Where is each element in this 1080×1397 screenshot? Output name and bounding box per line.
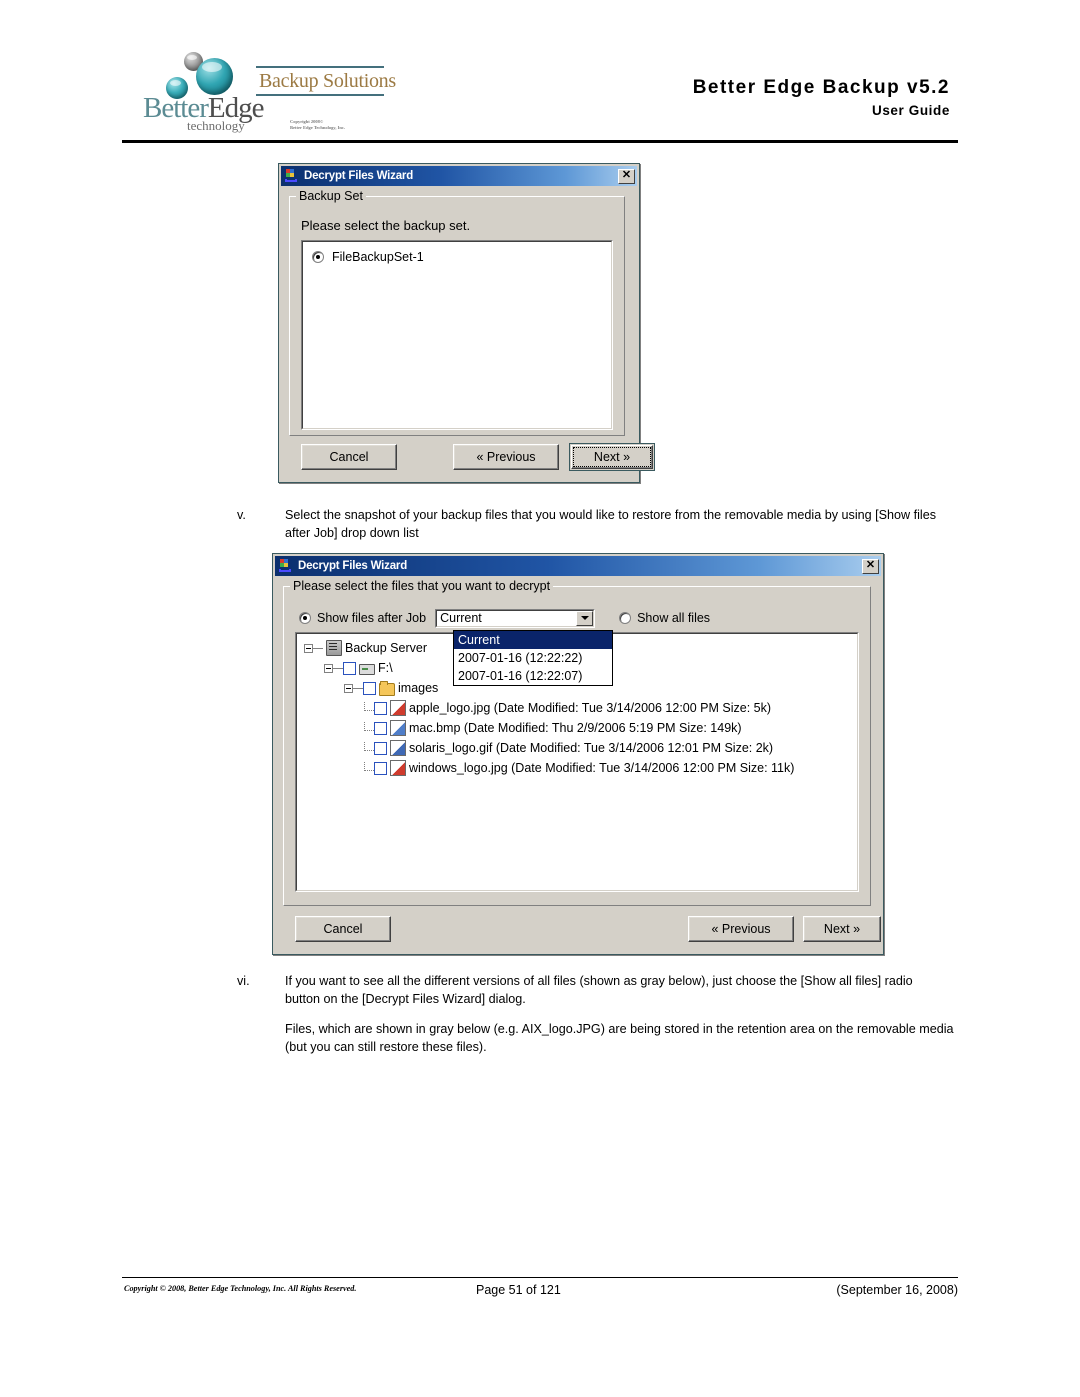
backup-set-option-filebackupset-1[interactable]: FileBackupSet-1 xyxy=(312,250,424,264)
company-logo: BetterEdge technology xyxy=(143,50,268,142)
tree-item-label: Backup Server xyxy=(345,641,427,655)
dialog2-next-button[interactable]: Next » xyxy=(803,916,881,942)
tree-row[interactable]: solaris_logo.gif (Date Modified: Tue 3/1… xyxy=(364,739,773,757)
tree-connector xyxy=(364,761,374,771)
show-all-files-radio[interactable] xyxy=(619,612,632,624)
step-v-marker: v. xyxy=(237,508,246,522)
tree-item-label: apple_logo.jpg (Date Modified: Tue 3/14/… xyxy=(409,701,772,715)
tree-item-checkbox[interactable] xyxy=(363,681,376,695)
tree-item-checkbox[interactable] xyxy=(343,661,356,675)
logo-sphere-large-icon xyxy=(196,58,233,95)
dropdown-option-snapshot-2[interactable]: 2007-01-16 (12:22:07) xyxy=(454,667,612,685)
bmp-file-icon xyxy=(390,720,406,736)
chevron-down-icon[interactable] xyxy=(576,610,594,626)
footer-divider xyxy=(122,1277,958,1278)
dialog1-group-legend: Backup Set xyxy=(296,189,366,203)
product-line-badge: Backup Solutions xyxy=(256,66,396,96)
tree-connector xyxy=(353,687,363,689)
tree-connector xyxy=(364,721,374,731)
dialog2-previous-button[interactable]: « Previous xyxy=(688,916,794,942)
snapshot-job-combobox[interactable]: Current xyxy=(435,608,596,628)
show-files-after-job-label: Show files after Job xyxy=(317,611,427,625)
backup-set-radio-icon[interactable] xyxy=(312,251,324,263)
snapshot-job-dropdown-list[interactable]: Current 2007-01-16 (12:22:22) 2007-01-16… xyxy=(453,630,613,686)
dialog2-filter-options-row: Show files after Job Current Show all fi… xyxy=(299,608,710,628)
tree-connector xyxy=(364,701,374,711)
tree-connector xyxy=(364,741,374,751)
decrypt-files-wizard-dialog-2[interactable]: Decrypt Files Wizard ✕ Please select the… xyxy=(272,553,884,955)
dialog1-cancel-button[interactable]: Cancel xyxy=(301,444,397,470)
decrypt-wizard-icon xyxy=(284,168,300,184)
jpg-file-icon xyxy=(390,760,406,776)
retention-note: Files, which are shown in gray below (e.… xyxy=(285,1020,965,1056)
tree-row[interactable]: windows_logo.jpg (Date Modified: Tue 3/1… xyxy=(364,759,794,777)
tree-connector xyxy=(333,667,343,669)
dialog1-next-button[interactable]: Next » xyxy=(569,443,655,471)
logo-tagline: technology xyxy=(187,118,245,133)
dialog1-previous-button[interactable]: « Previous xyxy=(453,444,559,470)
dialog2-close-button[interactable]: ✕ xyxy=(862,558,879,574)
dialog1-titlebar[interactable]: Decrypt Files Wizard ✕ xyxy=(281,166,637,186)
product-line-label: Backup Solutions xyxy=(259,70,396,92)
footer-page-number: Page 51 of 121 xyxy=(476,1283,561,1297)
step-v-text: Select the snapshot of your backup files… xyxy=(285,508,937,540)
backup-set-label: FileBackupSet-1 xyxy=(332,250,424,264)
tree-item-label: windows_logo.jpg (Date Modified: Tue 3/1… xyxy=(409,761,795,775)
tree-item-label: mac.bmp (Date Modified: Thu 2/9/2006 5:1… xyxy=(409,721,742,735)
tree-item-checkbox[interactable] xyxy=(374,741,387,755)
show-all-files-label: Show all files xyxy=(637,611,711,625)
step-v: v. Select the snapshot of your backup fi… xyxy=(237,506,937,542)
dropdown-option-current[interactable]: Current xyxy=(454,631,612,649)
tree-item-checkbox[interactable] xyxy=(374,701,387,715)
step-vi-text: If you want to see all the different ver… xyxy=(285,974,913,1006)
tree-connector xyxy=(313,647,323,649)
product-line-rule-bottom xyxy=(256,94,384,96)
snapshot-job-value: Current xyxy=(440,611,482,625)
step-vi: vi. If you want to see all the different… xyxy=(237,972,927,1008)
logo-copyright-line2: Better Edge Technology, Inc. xyxy=(290,124,346,130)
tree-row[interactable]: Backup Server xyxy=(304,639,427,657)
show-files-after-job-radio[interactable] xyxy=(299,612,311,624)
tree-item-label: images xyxy=(398,681,439,695)
expander-icon[interactable] xyxy=(324,663,333,673)
retention-note-text: Files, which are shown in gray below (e.… xyxy=(285,1022,954,1054)
header-divider xyxy=(122,140,958,143)
tree-row[interactable]: images xyxy=(344,679,438,697)
decrypt-files-wizard-dialog-1[interactable]: Decrypt Files Wizard ✕ Backup Set Please… xyxy=(278,163,655,483)
tree-row[interactable]: apple_logo.jpg (Date Modified: Tue 3/14/… xyxy=(364,699,771,717)
tree-item-label: F:\ xyxy=(378,661,393,675)
tree-item-checkbox[interactable] xyxy=(374,721,387,735)
tree-item-label: solaris_logo.gif (Date Modified: Tue 3/1… xyxy=(409,741,774,755)
dialog1-close-button[interactable]: ✕ xyxy=(618,168,635,184)
server-icon xyxy=(326,640,342,656)
decrypt-wizard-icon xyxy=(278,558,294,574)
dialog2-group-legend: Please select the files that you want to… xyxy=(290,579,554,593)
document-title: Better Edge Backup v5.2 xyxy=(692,77,950,98)
footer-date: (September 16, 2008) xyxy=(836,1283,958,1297)
tree-row[interactable]: mac.bmp (Date Modified: Thu 2/9/2006 5:1… xyxy=(364,719,742,737)
step-vi-marker: vi. xyxy=(237,974,250,988)
expander-icon[interactable] xyxy=(344,683,353,693)
tree-item-checkbox[interactable] xyxy=(374,761,387,775)
gif-file-icon xyxy=(390,740,406,756)
page-header: BetterEdge technology Backup Solutions C… xyxy=(0,0,1080,146)
drive-icon xyxy=(359,664,375,675)
dialog1-title: Decrypt Files Wizard xyxy=(304,170,414,182)
footer-copyright: Copyright © 2008, Better Edge Technology… xyxy=(124,1284,357,1293)
dialog2-titlebar[interactable]: Decrypt Files Wizard ✕ xyxy=(275,556,881,576)
dropdown-option-snapshot-1[interactable]: 2007-01-16 (12:22:22) xyxy=(454,649,612,667)
jpg-file-icon xyxy=(390,700,406,716)
dialog2-title: Decrypt Files Wizard xyxy=(298,560,408,572)
dialog1-next-button-label: Next » xyxy=(571,445,653,469)
expander-icon[interactable] xyxy=(304,643,313,653)
folder-icon xyxy=(379,680,395,696)
dialog1-backup-set-list[interactable]: FileBackupSet-1 xyxy=(301,240,613,430)
document-subtitle: User Guide xyxy=(871,103,950,118)
dialog2-cancel-button[interactable]: Cancel xyxy=(295,916,391,942)
dialog1-prompt-text: Please select the backup set. xyxy=(301,218,471,233)
logo-copyright-note: Copyright 2008© Better Edge Technology, … xyxy=(290,119,345,130)
tree-row[interactable]: F:\ xyxy=(324,659,393,677)
